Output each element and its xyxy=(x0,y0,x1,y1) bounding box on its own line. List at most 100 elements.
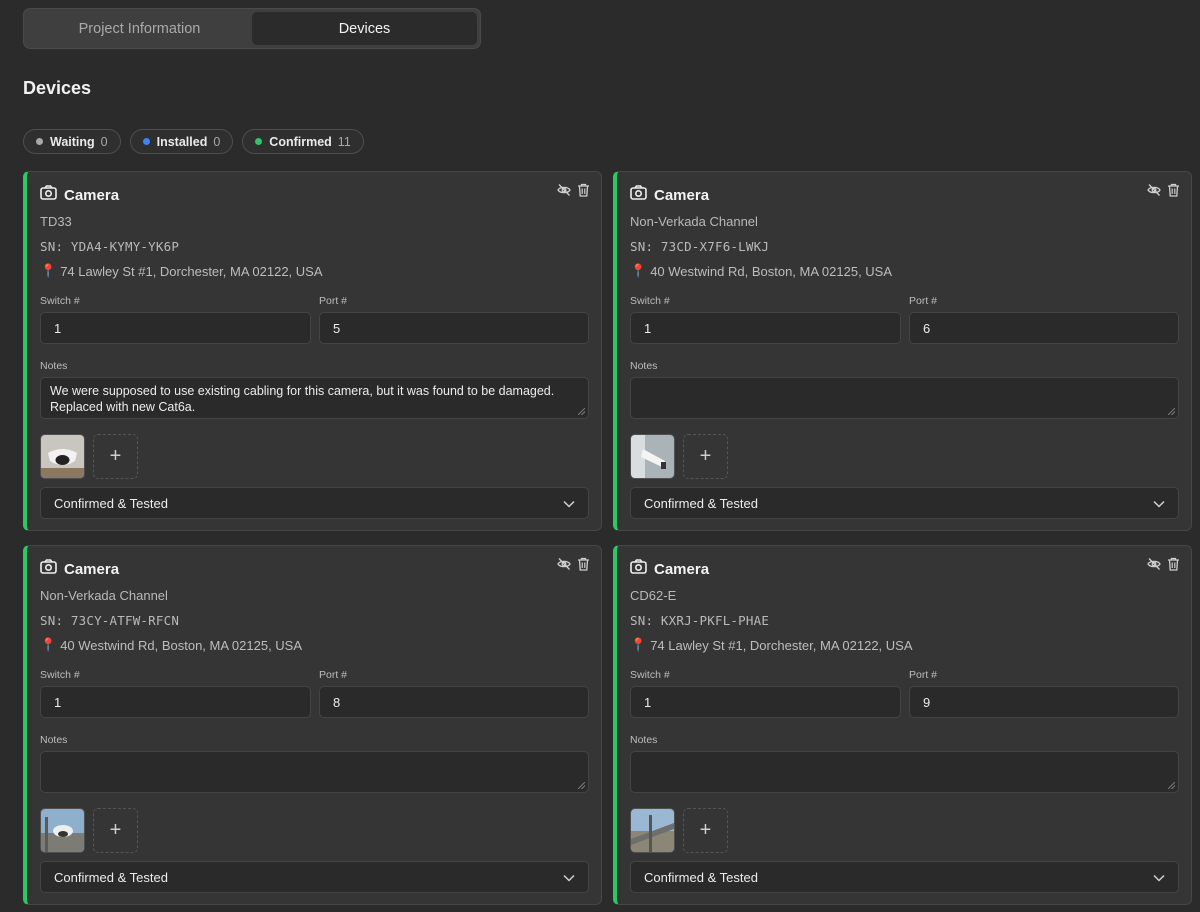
device-address: 📍 40 Westwind Rd, Boston, MA 02125, USA xyxy=(40,637,302,653)
serial-number: SN: YDA4-KYMY-YK6P xyxy=(40,239,180,254)
resize-handle[interactable] xyxy=(578,408,585,415)
camera-icon xyxy=(40,559,57,579)
device-type: Camera xyxy=(64,560,120,578)
resize-handle[interactable] xyxy=(578,782,585,789)
resize-handle[interactable] xyxy=(1168,782,1175,789)
add-photo-button[interactable]: + xyxy=(93,808,138,853)
add-photo-button[interactable]: + xyxy=(93,434,138,479)
status-dot xyxy=(36,138,43,145)
trash-icon[interactable] xyxy=(577,557,590,571)
port-input[interactable]: 8 xyxy=(319,686,589,718)
notes-label: Notes xyxy=(40,734,68,746)
photo-thumbnail[interactable] xyxy=(40,434,85,479)
status-select-value: Confirmed & Tested xyxy=(54,869,168,885)
device-name: CD62-E xyxy=(630,588,677,603)
camera-icon xyxy=(630,185,647,205)
notes-label: Notes xyxy=(40,360,68,372)
tab-project-information[interactable]: Project Information xyxy=(27,12,252,45)
add-photo-button[interactable]: + xyxy=(683,434,728,479)
address-text: 40 Westwind Rd, Boston, MA 02125, USA xyxy=(650,263,893,279)
status-pill-installed[interactable]: Installed 0 xyxy=(129,129,234,154)
device-card: Camera CD62-E SN: KXRJ-PKFL-PHAE 📍 74 La… xyxy=(613,545,1192,905)
pin-icon: 📍 xyxy=(630,637,647,652)
switch-label: Switch # xyxy=(40,295,80,307)
port-input[interactable]: 9 xyxy=(909,686,1179,718)
pin-icon: 📍 xyxy=(40,263,57,278)
port-label: Port # xyxy=(319,295,348,307)
switch-input[interactable]: 1 xyxy=(630,312,901,344)
camera-icon xyxy=(630,559,647,579)
status-select[interactable]: Confirmed & Tested xyxy=(40,487,589,519)
notes-textarea[interactable] xyxy=(630,377,1179,419)
switch-input[interactable]: 1 xyxy=(40,312,311,344)
notes-label: Notes xyxy=(630,360,658,372)
eye-off-icon[interactable] xyxy=(557,557,571,571)
status-select-value: Confirmed & Tested xyxy=(644,495,758,511)
switch-label: Switch # xyxy=(630,669,670,681)
chevron-down-icon xyxy=(1153,496,1165,511)
device-type: Camera xyxy=(654,186,710,204)
notes-label: Notes xyxy=(630,734,658,746)
notes-textarea[interactable]: We were supposed to use existing cabling… xyxy=(40,377,589,419)
port-label: Port # xyxy=(319,669,348,681)
device-name: Non-Verkada Channel xyxy=(40,588,168,603)
status-pill-count: 0 xyxy=(100,134,108,149)
device-address: 📍 74 Lawley St #1, Dorchester, MA 02122,… xyxy=(630,637,913,653)
status-summary: Waiting 0 Installed 0 Confirmed 11 xyxy=(23,129,364,154)
status-pill-label: Waiting xyxy=(50,134,95,149)
status-select[interactable]: Confirmed & Tested xyxy=(40,861,589,893)
camera-icon xyxy=(40,185,57,205)
pin-icon: 📍 xyxy=(630,263,647,278)
serial-number: SN: KXRJ-PKFL-PHAE xyxy=(630,613,770,628)
address-text: 74 Lawley St #1, Dorchester, MA 02122, U… xyxy=(650,637,913,653)
page-title: Devices xyxy=(23,78,92,98)
switch-input[interactable]: 1 xyxy=(630,686,901,718)
device-card: Camera TD33 SN: YDA4-KYMY-YK6P 📍 74 Lawl… xyxy=(23,171,602,531)
status-select[interactable]: Confirmed & Tested xyxy=(630,487,1179,519)
notes-textarea[interactable] xyxy=(40,751,589,793)
device-address: 📍 74 Lawley St #1, Dorchester, MA 02122,… xyxy=(40,263,323,279)
device-name: TD33 xyxy=(40,214,72,229)
switch-label: Switch # xyxy=(40,669,80,681)
status-select-value: Confirmed & Tested xyxy=(644,869,758,885)
port-input[interactable]: 6 xyxy=(909,312,1179,344)
status-pill-waiting[interactable]: Waiting 0 xyxy=(23,129,121,154)
device-name: Non-Verkada Channel xyxy=(630,214,758,229)
eye-off-icon[interactable] xyxy=(1147,557,1161,571)
tab-devices[interactable]: Devices xyxy=(252,12,477,45)
device-type: Camera xyxy=(64,186,120,204)
status-dot xyxy=(142,138,150,145)
resize-handle[interactable] xyxy=(1168,408,1175,415)
port-input[interactable]: 5 xyxy=(319,312,589,344)
serial-number: SN: 73CY-ATFW-RFCN xyxy=(40,613,180,628)
photo-thumbnail[interactable] xyxy=(630,808,675,853)
photo-thumbnail[interactable] xyxy=(40,808,85,853)
chevron-down-icon xyxy=(563,870,575,885)
address-text: 74 Lawley St #1, Dorchester, MA 02122, U… xyxy=(60,263,323,279)
device-address: 📍 40 Westwind Rd, Boston, MA 02125, USA xyxy=(630,263,892,279)
chevron-down-icon xyxy=(1153,870,1165,885)
status-select-value: Confirmed & Tested xyxy=(54,495,168,511)
switch-input[interactable]: 1 xyxy=(40,686,311,718)
trash-icon[interactable] xyxy=(577,183,590,197)
status-pill-confirmed[interactable]: Confirmed 11 xyxy=(242,129,364,154)
switch-label: Switch # xyxy=(630,295,670,307)
chevron-down-icon xyxy=(563,496,575,511)
address-text: 40 Westwind Rd, Boston, MA 02125, USA xyxy=(60,637,303,653)
port-label: Port # xyxy=(909,669,938,681)
notes-textarea[interactable] xyxy=(630,751,1179,793)
port-label: Port # xyxy=(909,295,938,307)
add-photo-button[interactable]: + xyxy=(683,808,728,853)
trash-icon[interactable] xyxy=(1167,557,1180,571)
status-dot xyxy=(255,138,263,145)
photo-thumbnail[interactable] xyxy=(630,434,675,479)
eye-off-icon[interactable] xyxy=(1147,183,1161,197)
status-select[interactable]: Confirmed & Tested xyxy=(630,861,1179,893)
trash-icon[interactable] xyxy=(1167,183,1180,197)
device-type: Camera xyxy=(654,560,710,578)
status-pill-count: 11 xyxy=(337,134,351,149)
serial-number: SN: 73CD-X7F6-LWKJ xyxy=(630,239,770,254)
device-card: Camera Non-Verkada Channel SN: 73CY-ATFW… xyxy=(23,545,602,905)
status-pill-label: Confirmed xyxy=(269,134,332,149)
eye-off-icon[interactable] xyxy=(557,183,571,197)
